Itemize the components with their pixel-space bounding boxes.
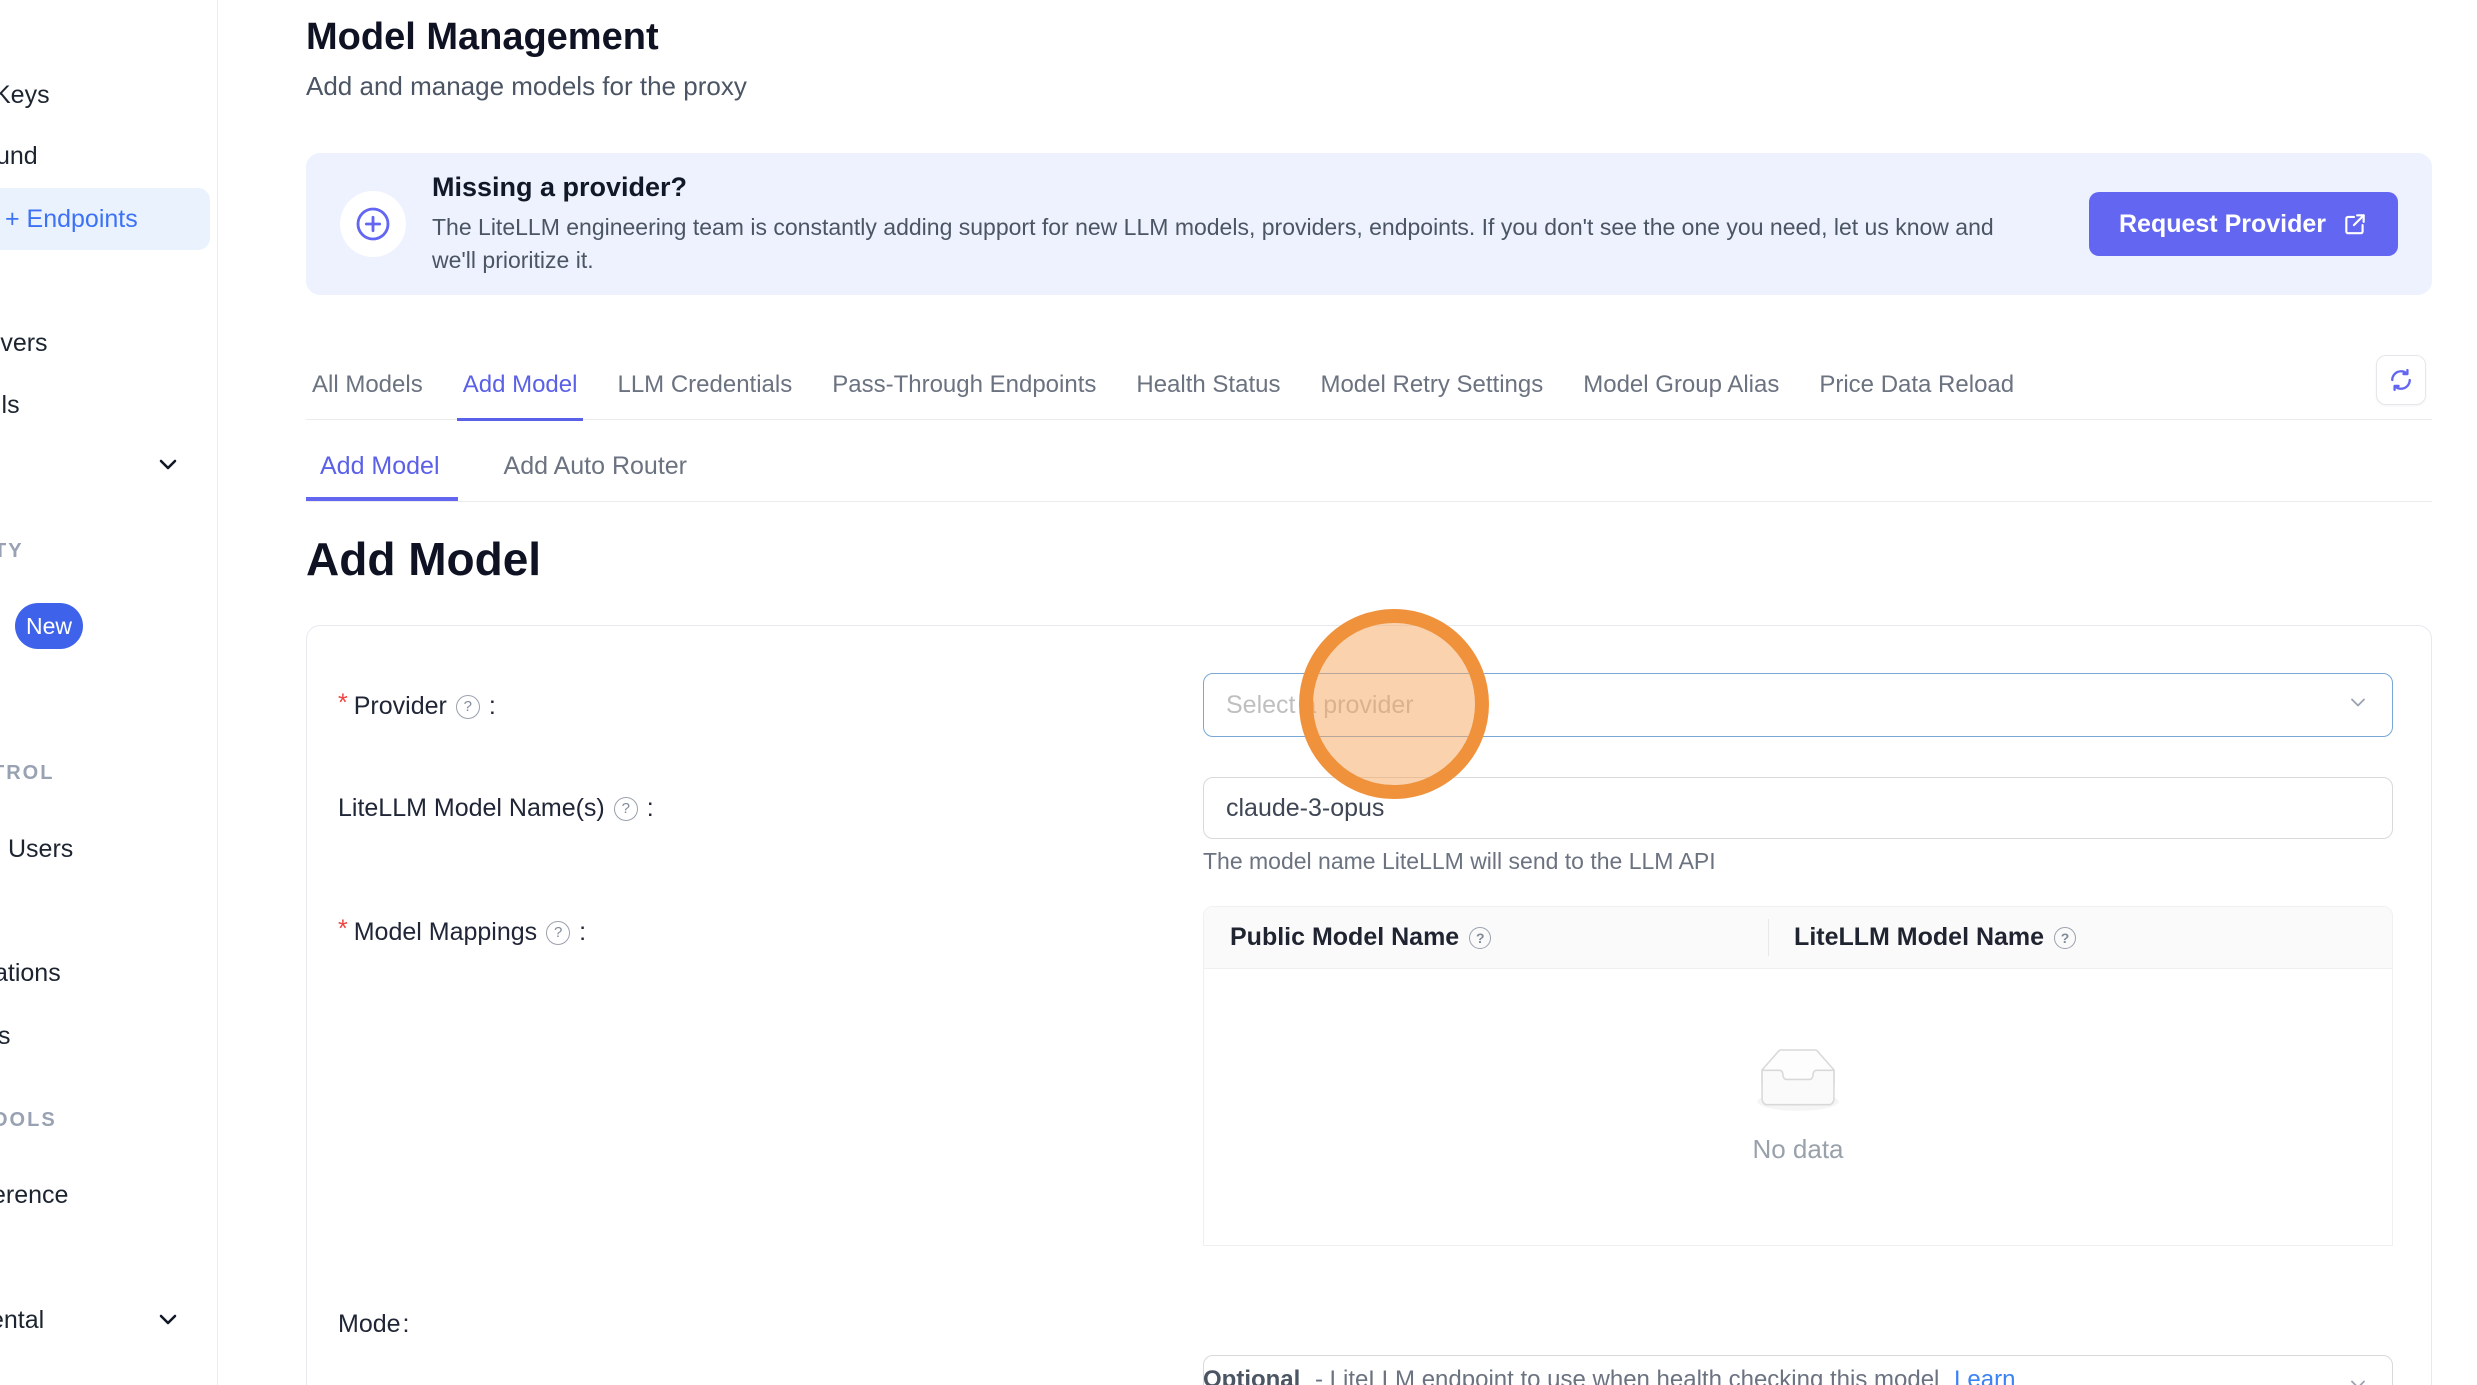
label-colon: : bbox=[489, 692, 496, 721]
sidebar-item-keys[interactable]: Keys bbox=[0, 80, 50, 110]
plus-circle-icon bbox=[340, 191, 406, 257]
label-colon: : bbox=[403, 1310, 410, 1339]
sidebar-item-servers[interactable]: rvers bbox=[0, 328, 48, 358]
banner-title: Missing a provider? bbox=[432, 172, 2042, 203]
new-badge: New bbox=[15, 603, 83, 649]
learn-link[interactable]: Learn bbox=[1954, 1366, 2015, 1385]
model-name-field[interactable] bbox=[1203, 777, 2393, 839]
help-icon[interactable]: ? bbox=[1469, 927, 1491, 949]
provider-select-input[interactable] bbox=[1204, 691, 2273, 720]
required-asterisk: * bbox=[338, 915, 348, 944]
label-colon: : bbox=[579, 918, 586, 947]
model-name-label-text: LiteLLM Model Name(s) bbox=[338, 794, 605, 823]
column-header-litellm-model-name: LiteLLM Model Name ? bbox=[1768, 907, 2392, 968]
tab-add-model[interactable]: Add Model bbox=[457, 371, 584, 421]
sidebar-section-label: TY bbox=[0, 540, 24, 563]
banner-body: The LiteLLM engineering team is constant… bbox=[432, 211, 2042, 275]
mode-helper-text: - LiteLLM endpoint to use when health ch… bbox=[1315, 1366, 1939, 1385]
tab-price-data-reload[interactable]: Price Data Reload bbox=[1813, 371, 2020, 421]
sidebar-item-teams[interactable]: s bbox=[0, 1021, 11, 1051]
subtab-add-model[interactable]: Add Model bbox=[306, 440, 458, 501]
add-model-heading: Add Model bbox=[306, 532, 2432, 586]
page-header: Model Management Add and manage models f… bbox=[306, 16, 2432, 102]
help-icon[interactable]: ? bbox=[546, 921, 570, 945]
chevron-down-icon bbox=[2346, 1372, 2370, 1385]
subtab-list: Add Model Add Auto Router bbox=[306, 440, 2432, 501]
external-link-icon bbox=[2342, 211, 2368, 237]
mode-label-text: Mode bbox=[338, 1310, 401, 1339]
refresh-icon bbox=[2387, 366, 2415, 394]
tab-model-group-alias[interactable]: Model Group Alias bbox=[1577, 371, 1785, 421]
missing-provider-banner: Missing a provider? The LiteLLM engineer… bbox=[306, 153, 2432, 295]
mode-label: Mode : bbox=[338, 1310, 410, 1339]
subtab-add-auto-router[interactable]: Add Auto Router bbox=[490, 440, 705, 501]
tab-model-retry-settings[interactable]: Model Retry Settings bbox=[1314, 371, 1549, 421]
table-header-row: Public Model Name ? LiteLLM Model Name ? bbox=[1204, 907, 2392, 969]
sidebar-item-users[interactable]: Users bbox=[8, 834, 73, 864]
app-window: Keys und + Endpoints rvers ils TY New TR… bbox=[0, 0, 2477, 1385]
tab-pass-through-endpoints[interactable]: Pass-Through Endpoints bbox=[826, 371, 1102, 421]
help-icon[interactable]: ? bbox=[456, 695, 480, 719]
chevron-down-icon[interactable] bbox=[156, 1307, 180, 1331]
empty-inbox-icon bbox=[1748, 1049, 1848, 1120]
help-icon[interactable]: ? bbox=[2054, 927, 2076, 949]
provider-label: * Provider ? : bbox=[338, 692, 496, 721]
chevron-down-icon[interactable] bbox=[156, 452, 180, 476]
chevron-down-icon bbox=[2346, 691, 2370, 720]
subtabs-bar: Add Model Add Auto Router bbox=[306, 440, 2432, 502]
tab-all-models[interactable]: All Models bbox=[306, 371, 429, 421]
no-data-text: No data bbox=[1752, 1134, 1843, 1165]
sidebar-item-playground[interactable]: und bbox=[0, 141, 38, 171]
sidebar-item-inference[interactable]: erence bbox=[0, 1180, 68, 1210]
tab-list: All Models Add Model LLM Credentials Pas… bbox=[306, 355, 2432, 421]
model-name-label: LiteLLM Model Name(s) ? : bbox=[338, 794, 654, 823]
sidebar-section-label: TROL bbox=[0, 762, 54, 785]
provider-select[interactable] bbox=[1203, 673, 2393, 737]
model-mappings-label-text: Model Mappings bbox=[354, 918, 537, 947]
mode-helper-bold: Optional bbox=[1203, 1366, 1300, 1385]
page-title: Model Management bbox=[306, 16, 2432, 59]
page-subtitle: Add and manage models for the proxy bbox=[306, 71, 2432, 102]
tabs-bar: All Models Add Model LLM Credentials Pas… bbox=[306, 355, 2432, 420]
mode-helper: Optional - LiteLLM endpoint to use when … bbox=[1203, 1366, 2015, 1385]
model-mappings-table: Public Model Name ? LiteLLM Model Name ? bbox=[1203, 906, 2393, 1246]
sidebar: Keys und + Endpoints rvers ils TY New TR… bbox=[0, 0, 218, 1385]
banner-text: Missing a provider? The LiteLLM engineer… bbox=[432, 172, 2042, 275]
label-colon: : bbox=[647, 794, 654, 823]
help-icon[interactable]: ? bbox=[614, 797, 638, 821]
required-asterisk: * bbox=[338, 689, 348, 718]
provider-label-text: Provider bbox=[354, 692, 447, 721]
column-header-public-model-name: Public Model Name ? bbox=[1204, 907, 1768, 968]
model-mappings-label: * Model Mappings ? : bbox=[338, 918, 586, 947]
refresh-button[interactable] bbox=[2376, 355, 2426, 405]
request-provider-button[interactable]: Request Provider bbox=[2089, 192, 2398, 256]
sidebar-item-organizations[interactable]: ations bbox=[0, 958, 61, 988]
add-model-form: * Provider ? : LiteLLM Model Name(s) ? :… bbox=[306, 625, 2432, 1385]
model-name-input[interactable] bbox=[1204, 794, 2333, 823]
sidebar-item-models-endpoints[interactable]: + Endpoints bbox=[0, 188, 210, 250]
main-content: Model Management Add and manage models f… bbox=[218, 0, 2477, 1385]
table-empty-state: No data bbox=[1204, 969, 2392, 1245]
model-name-helper: The model name LiteLLM will send to the … bbox=[1203, 848, 1716, 875]
tab-llm-credentials[interactable]: LLM Credentials bbox=[611, 371, 798, 421]
sidebar-section-label: OOLS bbox=[0, 1109, 57, 1132]
sidebar-item-experimental[interactable]: ental bbox=[0, 1305, 44, 1335]
sidebar-item-logs[interactable]: ils bbox=[0, 390, 20, 420]
tab-health-status[interactable]: Health Status bbox=[1130, 371, 1286, 421]
request-provider-label: Request Provider bbox=[2119, 210, 2326, 239]
